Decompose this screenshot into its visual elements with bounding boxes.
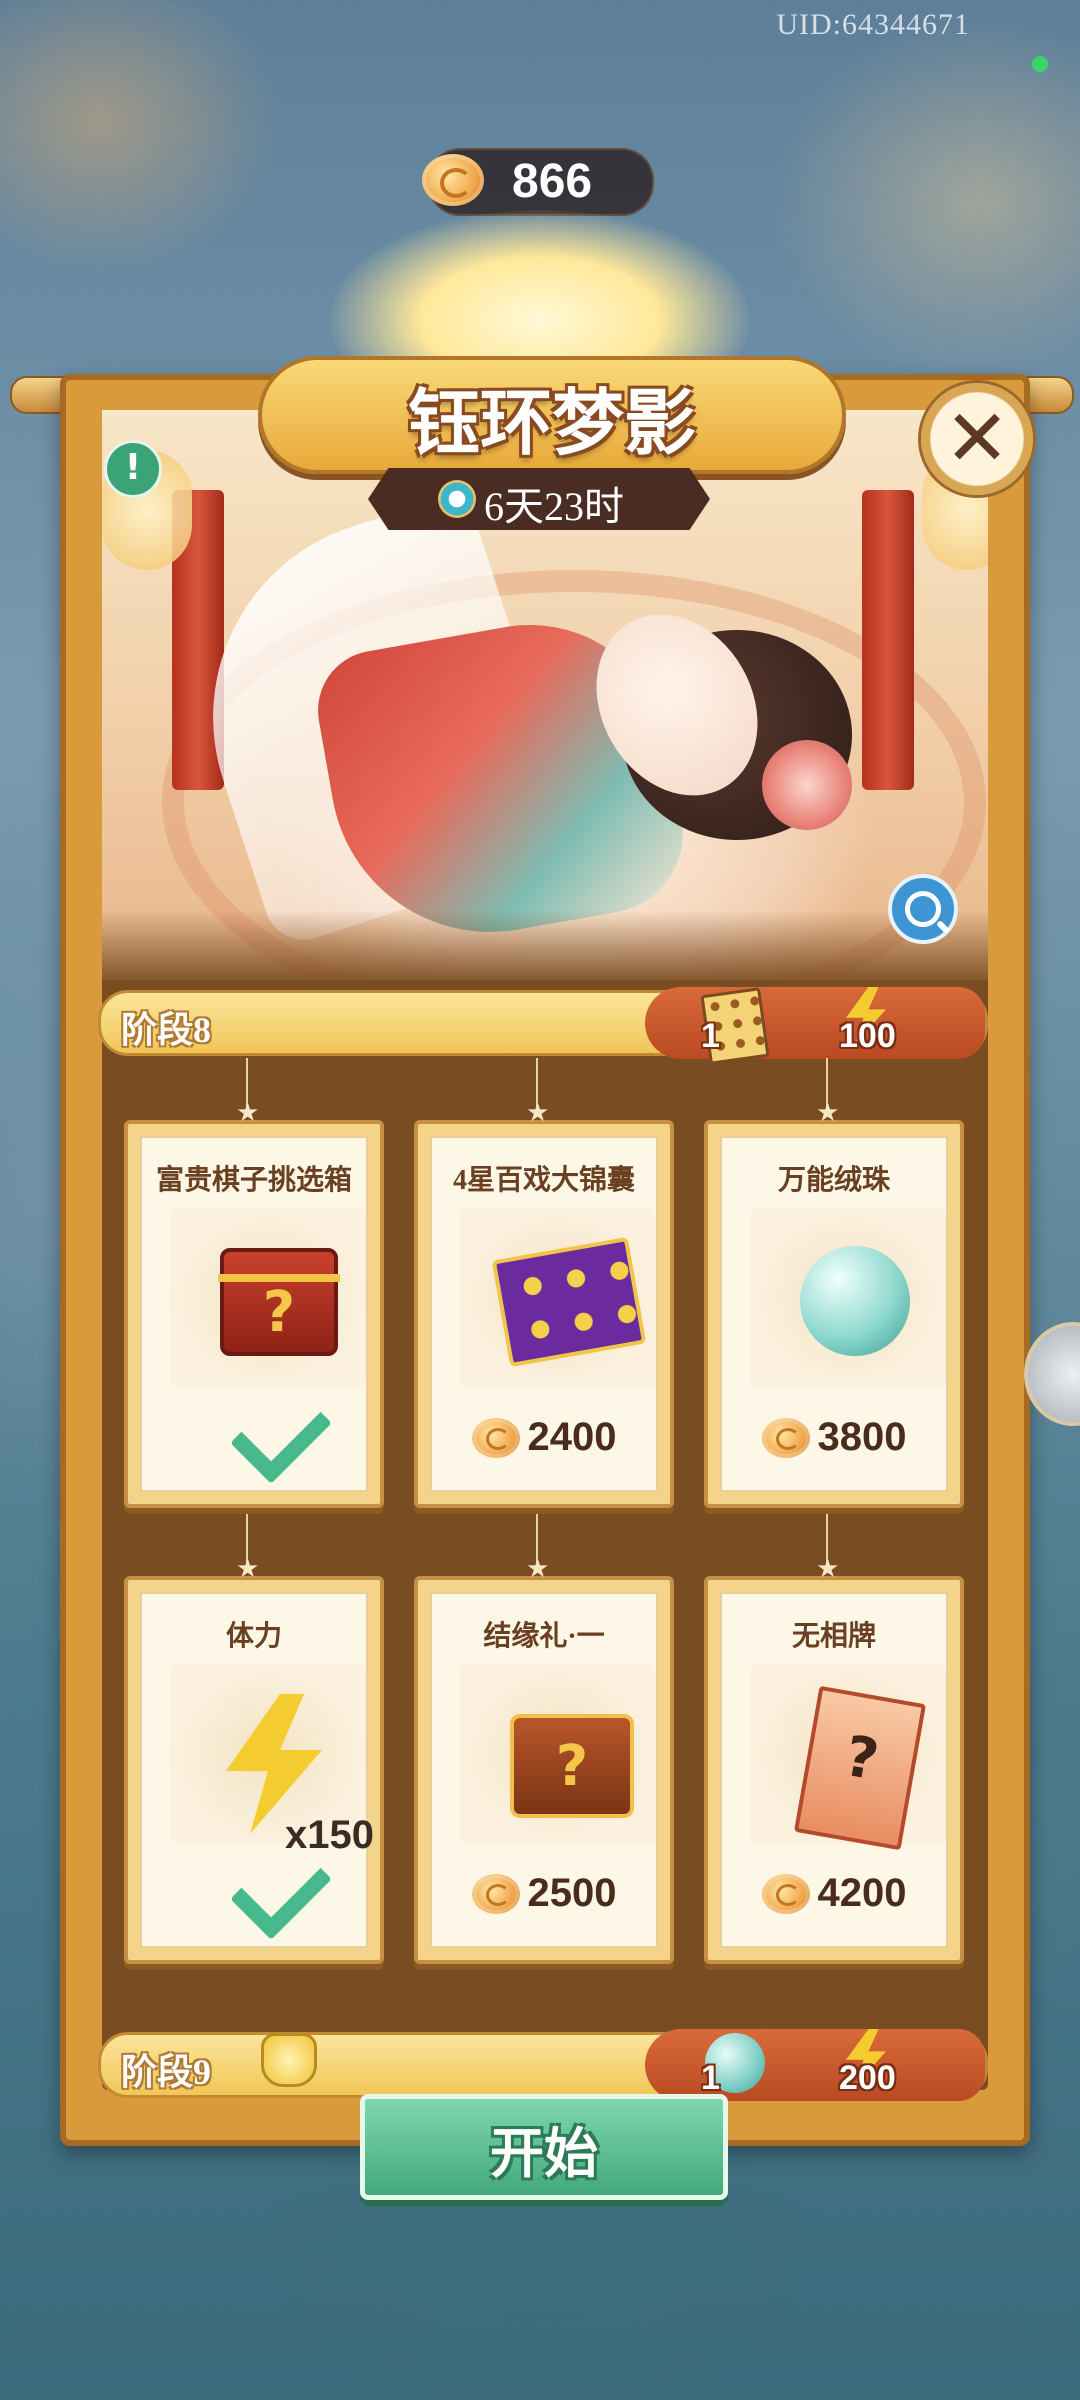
close-button[interactable]: ✕ — [918, 380, 1036, 498]
item-name: 4星百戏大锦囊 — [452, 1165, 635, 1196]
star-icon: ★ — [236, 1098, 260, 1128]
info-button[interactable]: ! — [104, 440, 162, 498]
item-name: 无相牌 — [791, 1621, 876, 1652]
cloud-coin-icon — [471, 1873, 520, 1914]
hero-fade — [102, 910, 988, 980]
stage-bar-9: 阶段9 1 200 — [98, 2029, 988, 2101]
reward-count: 1 — [701, 2059, 720, 2097]
item-art: x150 — [170, 1664, 374, 1857]
star-icon: ★ — [816, 1554, 840, 1584]
timer-text: 6天23时 — [484, 484, 624, 529]
item-price: 4200 — [722, 1871, 946, 1916]
magnifier-icon — [905, 891, 941, 927]
check-icon — [230, 1382, 332, 1484]
reward-count: 1 — [701, 1017, 720, 1055]
stage-bar-8: 阶段8 1 100 — [98, 987, 988, 1065]
gift-chest-icon: ? — [510, 1714, 634, 1818]
item-name: 结缘礼·一 — [483, 1621, 605, 1652]
mystery-chest-icon: ? — [218, 1248, 340, 1356]
cloud-coin-icon — [761, 1873, 810, 1914]
star-icon: ★ — [526, 1554, 550, 1584]
event-title: 钰环梦影 — [407, 384, 696, 464]
item-art: ? — [750, 1664, 946, 1851]
reward-card[interactable]: ★ 富贵棋子挑选箱 ? — [124, 1058, 384, 1508]
item-name: 富贵棋子挑选箱 — [155, 1165, 352, 1196]
reward-card[interactable]: ★ 结缘礼·一 ? 2500 — [414, 1514, 674, 1964]
item-price: 2400 — [432, 1415, 656, 1460]
item-art: ? — [170, 1208, 366, 1388]
pillar-right — [862, 490, 914, 790]
item-art — [750, 1208, 946, 1388]
reward-card[interactable]: ★ 4星百戏大锦囊 2400 — [414, 1058, 674, 1508]
uid-label: UID:64344671 — [776, 8, 970, 41]
zoom-button[interactable] — [888, 874, 958, 944]
hair-flower — [762, 740, 852, 830]
item-art — [460, 1208, 656, 1388]
card-pouch-icon — [491, 1236, 647, 1368]
reward-card[interactable]: ★ 万能绒珠 3800 — [704, 1058, 964, 1508]
item-name: 万能绒珠 — [777, 1165, 890, 1196]
star-icon: ★ — [816, 1098, 840, 1128]
start-button-label: 开始 — [490, 2124, 598, 2184]
reward-card[interactable]: ★ 体力 x150 — [124, 1514, 384, 1964]
reward-count: 100 — [839, 1017, 896, 1055]
cloud-coin-icon — [422, 154, 484, 206]
stage-reward: 1 200 — [645, 2029, 985, 2101]
start-button[interactable]: 开始 — [360, 2094, 728, 2200]
event-title-plate: 钰环梦影 — [258, 356, 846, 474]
star-icon: ★ — [526, 1098, 550, 1128]
info-icon: ! — [124, 447, 142, 488]
item-price: 3800 — [722, 1415, 946, 1460]
item-name: 体力 — [225, 1621, 282, 1652]
gold-purse-icon — [261, 2033, 317, 2087]
item-price: 2500 — [432, 1871, 656, 1916]
stage-label: 阶段9 — [121, 2052, 212, 2092]
item-art: ? — [460, 1664, 656, 1844]
cloud-coin-icon — [471, 1417, 520, 1458]
cloud-orb-icon — [800, 1246, 910, 1356]
reward-count: 200 — [839, 2059, 896, 2097]
star-icon: ★ — [236, 1554, 260, 1584]
event-timer: 6天23时 — [368, 468, 710, 530]
close-icon: ✕ — [944, 394, 1010, 484]
currency-counter[interactable]: 866 — [422, 148, 654, 216]
reward-card[interactable]: ★ 无相牌 ? 4200 — [704, 1514, 964, 1964]
clock-icon — [438, 480, 476, 518]
stage-label: 阶段8 — [121, 1010, 212, 1050]
mystery-card-icon: ? — [793, 1685, 927, 1851]
currency-amount: 866 — [512, 155, 593, 208]
stage-reward: 1 100 — [645, 987, 985, 1065]
online-status-dot — [1032, 56, 1048, 72]
cloud-coin-icon — [761, 1417, 810, 1458]
